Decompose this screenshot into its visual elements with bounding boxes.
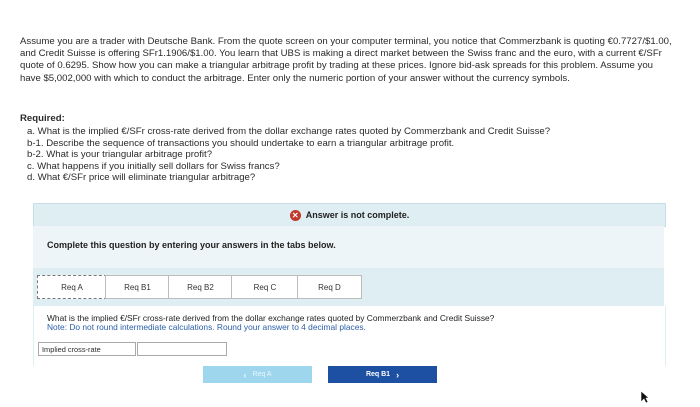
- implied-cross-rate-input[interactable]: [137, 342, 227, 356]
- next-button[interactable]: Req B1 ›: [328, 366, 437, 383]
- requirements-list: a. What is the implied €/SFr cross-rate …: [27, 126, 667, 184]
- requirement-c: c. What happens if you initially sell do…: [27, 160, 280, 172]
- tab-req-a[interactable]: Req A: [37, 275, 107, 299]
- next-button-label: Req B1: [365, 371, 391, 378]
- x-circle-icon: ✕: [289, 209, 301, 221]
- tab-label: Req B2: [187, 282, 214, 292]
- requirement-b1: b-1. Describe the sequence of transactio…: [27, 137, 455, 149]
- requirement-d: d. What €/SFr price will eliminate trian…: [27, 172, 256, 184]
- requirement-a: a. What is the implied €/SFr cross-rate …: [27, 126, 551, 137]
- rounding-note: Note: Do not round intermediate calculat…: [47, 322, 366, 332]
- chevron-right-icon: ›: [396, 369, 400, 380]
- chevron-left-icon: ‹: [243, 369, 247, 380]
- tab-req-b1[interactable]: Req B1: [105, 275, 170, 299]
- tab-label: Req C: [253, 282, 277, 292]
- tab-req-b2[interactable]: Req B2: [168, 275, 233, 299]
- tab-req-c[interactable]: Req C: [231, 275, 299, 299]
- implied-cross-rate-label: Implied cross-rate: [38, 342, 136, 356]
- status-text: Answer is not complete.: [305, 210, 410, 220]
- tab-label: Req B1: [124, 282, 151, 292]
- tab-label: Req A: [61, 282, 83, 292]
- problem-statement: Assume you are a trader with Deutsche Ba…: [20, 36, 672, 84]
- prev-button[interactable]: ‹ Req A: [203, 366, 312, 383]
- required-heading: Required:: [20, 113, 65, 124]
- requirement-b2: b-2. What is your triangular arbitrage p…: [27, 149, 213, 161]
- tab-label: Req D: [318, 282, 341, 292]
- mouse-pointer-icon: [640, 390, 650, 404]
- prev-button-label: Req A: [252, 371, 272, 378]
- tab-req-d[interactable]: Req D: [297, 275, 362, 299]
- answer-status-banner: ✕ Answer is not complete.: [33, 203, 666, 227]
- instructions-text: Complete this question by entering your …: [47, 240, 336, 250]
